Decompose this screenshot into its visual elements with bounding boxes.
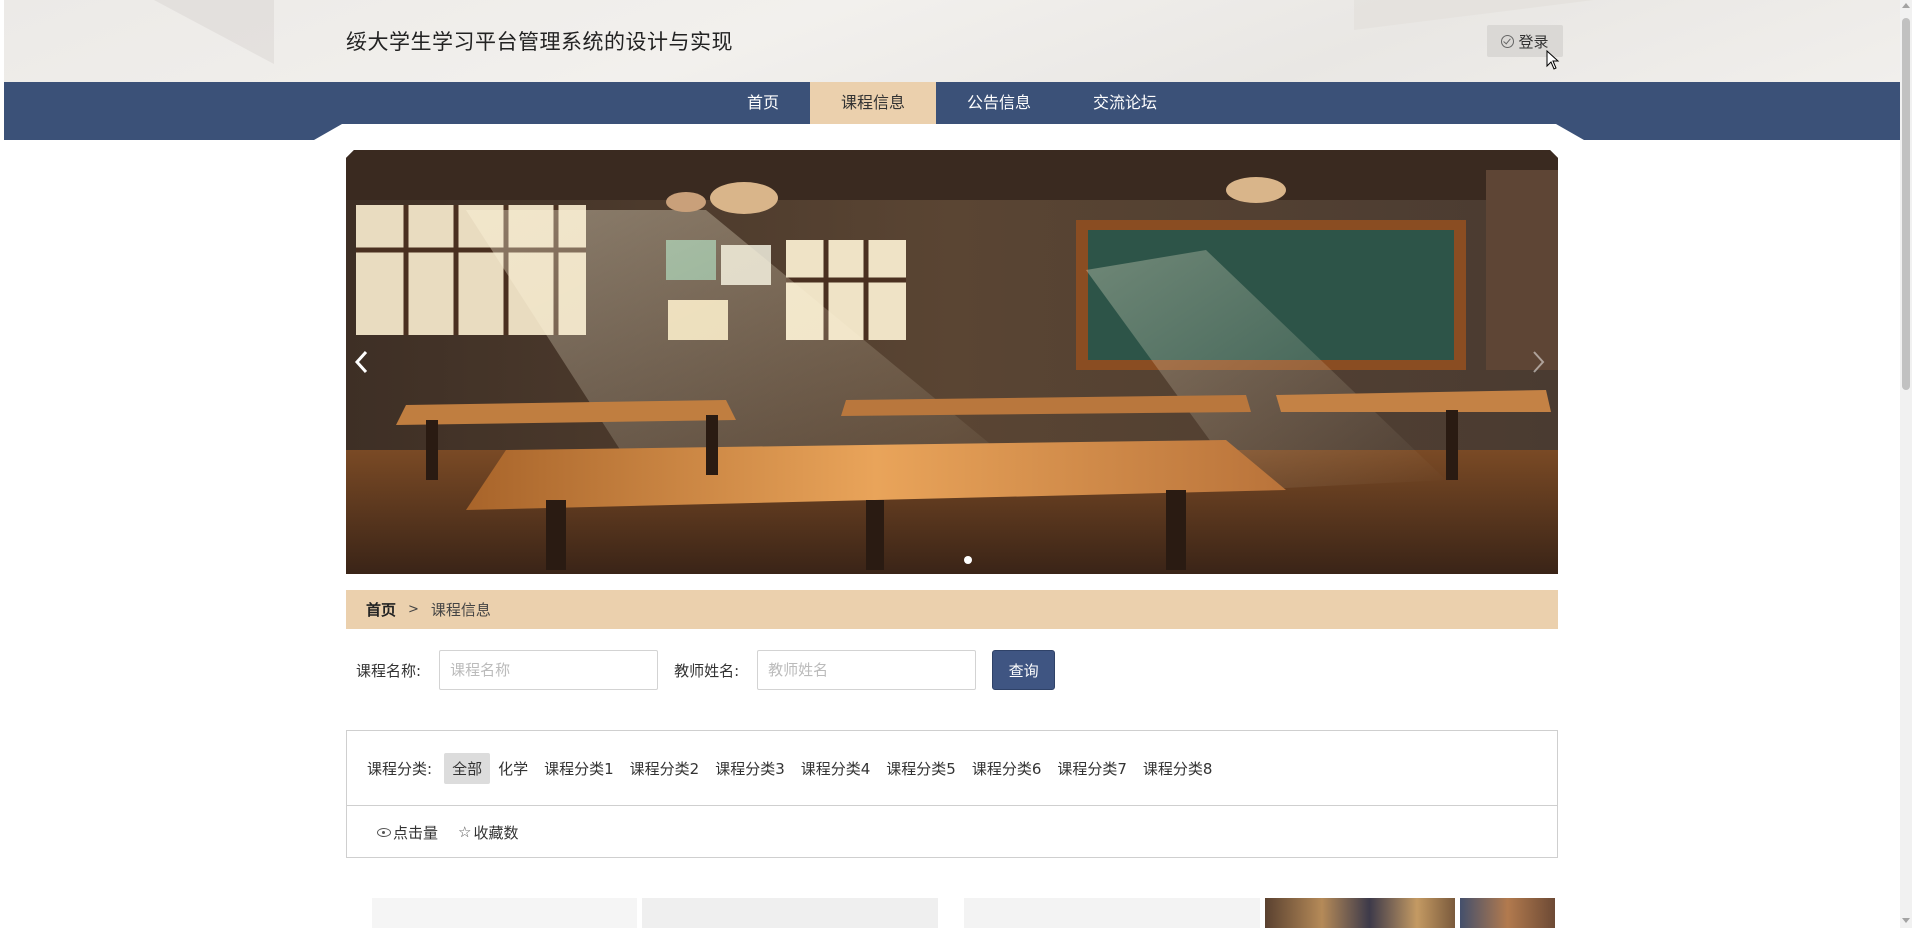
mouse-cursor-icon bbox=[1546, 50, 1560, 70]
category-item[interactable]: 课程分类1 bbox=[536, 753, 622, 784]
category-item-all[interactable]: 全部 bbox=[444, 752, 491, 784]
sort-options: 点击量 ☆ 收藏数 bbox=[347, 805, 1557, 859]
course-name-input[interactable] bbox=[439, 650, 659, 690]
banner-carousel[interactable] bbox=[346, 150, 1558, 574]
nav-item-announcements[interactable]: 公告信息 bbox=[936, 82, 1062, 124]
category-item[interactable]: 课程分类7 bbox=[1049, 753, 1135, 784]
course-card[interactable] bbox=[372, 898, 637, 928]
category-item[interactable]: 化学 bbox=[490, 753, 536, 784]
filter-panel: 课程分类: 全部 化学 课程分类1 课程分类2 课程分类3 课程分类4 课程分类… bbox=[346, 730, 1558, 858]
check-circle-icon bbox=[1501, 34, 1515, 48]
banner-next-button[interactable] bbox=[1526, 346, 1550, 378]
site-title: 绥大学生学习平台管理系统的设计与实现 bbox=[346, 30, 733, 54]
sort-clicks-label: 点击量 bbox=[393, 824, 439, 842]
course-name-label: 课程名称: bbox=[356, 661, 422, 680]
sort-by-favorites[interactable]: ☆ 收藏数 bbox=[458, 822, 518, 843]
chevron-left-icon bbox=[350, 346, 374, 378]
query-button[interactable]: 查询 bbox=[992, 650, 1056, 690]
page-scrollbar[interactable] bbox=[1900, 0, 1912, 928]
category-item[interactable]: 课程分类5 bbox=[878, 753, 964, 784]
breadcrumb-current: 课程信息 bbox=[430, 601, 491, 619]
banner-indicator-dot[interactable] bbox=[964, 556, 972, 564]
nav-item-home[interactable]: 首页 bbox=[716, 82, 810, 124]
eye-icon bbox=[377, 828, 391, 837]
course-card-image[interactable] bbox=[1460, 898, 1555, 928]
category-filter: 课程分类: 全部 化学 课程分类1 课程分类2 课程分类3 课程分类4 课程分类… bbox=[347, 731, 1557, 805]
category-item[interactable]: 课程分类4 bbox=[793, 753, 879, 784]
scroll-down-icon[interactable] bbox=[1902, 918, 1910, 923]
teacher-name-input[interactable] bbox=[757, 650, 977, 690]
sort-by-clicks[interactable]: 点击量 bbox=[377, 822, 438, 843]
site-header: 绥大学生学习平台管理系统的设计与实现 登录 bbox=[4, 0, 1900, 82]
scroll-up-icon[interactable] bbox=[1902, 3, 1910, 8]
teacher-name-label: 教师姓名: bbox=[674, 661, 740, 680]
nav-item-forum[interactable]: 交流论坛 bbox=[1062, 82, 1188, 124]
breadcrumb-separator: > bbox=[408, 602, 419, 617]
category-label: 课程分类: bbox=[367, 759, 433, 778]
nav-item-courses[interactable]: 课程信息 bbox=[809, 82, 936, 124]
star-icon: ☆ bbox=[458, 823, 472, 841]
category-item[interactable]: 课程分类6 bbox=[964, 753, 1050, 784]
login-label: 登录 bbox=[1518, 32, 1549, 51]
scrollbar-thumb[interactable] bbox=[1902, 18, 1910, 390]
banner-prev-button[interactable] bbox=[350, 346, 374, 378]
sort-favorites-label: 收藏数 bbox=[473, 824, 519, 842]
course-card[interactable] bbox=[642, 898, 938, 928]
nav-underlay bbox=[4, 124, 1900, 140]
category-item[interactable]: 课程分类2 bbox=[622, 753, 708, 784]
search-form: 课程名称: 教师姓名: 查询 bbox=[356, 650, 1056, 690]
category-item[interactable]: 课程分类3 bbox=[707, 753, 793, 784]
breadcrumb: 首页 > 课程信息 bbox=[346, 590, 1558, 629]
breadcrumb-home[interactable]: 首页 bbox=[366, 599, 396, 620]
header-decoration bbox=[154, 0, 274, 64]
chevron-right-icon bbox=[1526, 346, 1550, 378]
course-card[interactable] bbox=[964, 898, 1260, 928]
banner-image bbox=[346, 150, 1558, 574]
category-item[interactable]: 课程分类8 bbox=[1135, 753, 1221, 784]
course-card-image[interactable] bbox=[1265, 898, 1455, 928]
main-nav: 首页 课程信息 公告信息 交流论坛 bbox=[4, 82, 1900, 124]
